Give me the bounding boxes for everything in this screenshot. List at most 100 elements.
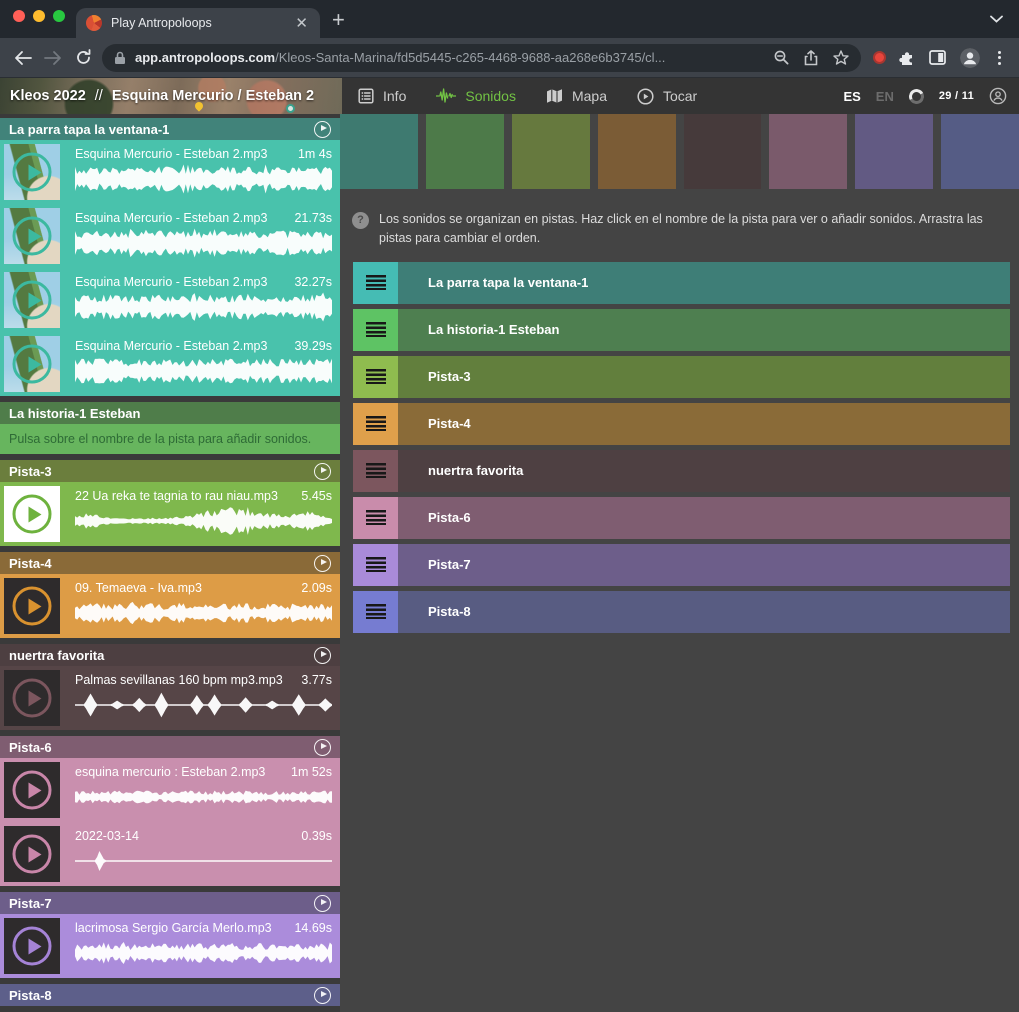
bookmark-star-icon[interactable] <box>833 50 849 65</box>
audio-clip[interactable]: Esquina Mercurio - Esteban 2.mp332.27s <box>0 268 340 332</box>
track-drag-handle[interactable] <box>353 262 398 304</box>
address-bar[interactable]: app.antropoloops.com/Kleos-Santa-Marina/… <box>102 44 861 72</box>
clip-play-button[interactable] <box>13 835 52 874</box>
browser-menu-icon[interactable] <box>994 51 1005 65</box>
audio-clip[interactable]: Esquina Mercurio - Esteban 2.mp321.73s <box>0 204 340 268</box>
close-window-button[interactable] <box>13 10 25 22</box>
clip-play-button[interactable] <box>13 281 52 320</box>
track-header[interactable]: La parra tapa la ventana-1 <box>0 118 340 140</box>
track-row[interactable]: La historia-1 Esteban <box>353 309 1010 351</box>
extensions-puzzle-icon[interactable] <box>899 49 916 66</box>
track-row-name-area[interactable]: Pista-6 <box>398 497 1010 539</box>
clip-waveform[interactable] <box>75 937 332 969</box>
clip-waveform[interactable] <box>75 291 332 323</box>
track-color-swatch[interactable] <box>769 114 847 189</box>
track-header[interactable]: Pista-6 <box>0 736 340 758</box>
clip-play-button[interactable] <box>13 587 52 626</box>
tab-close-icon[interactable]: ✕ <box>293 16 310 31</box>
forward-button[interactable] <box>38 43 68 73</box>
audio-clip[interactable]: lacrimosa Sergio García Merlo.mp314.69s <box>0 914 340 978</box>
language-en[interactable]: EN <box>876 89 894 104</box>
track-drag-handle[interactable] <box>353 591 398 633</box>
clip-play-button[interactable] <box>13 771 52 810</box>
audio-clip[interactable]: 22 Ua reka te tagnia to rau niau.mp35.45… <box>0 482 340 546</box>
track-row[interactable]: Pista-6 <box>353 497 1010 539</box>
track-row[interactable]: Pista-8 <box>353 591 1010 633</box>
audio-clip[interactable]: Esquina Mercurio - Esteban 2.mp31m 4s <box>0 140 340 204</box>
clip-waveform[interactable] <box>75 355 332 387</box>
track-play-button[interactable] <box>314 555 331 572</box>
clip-play-button[interactable] <box>13 927 52 966</box>
tab-mapa[interactable]: Mapa <box>546 88 607 104</box>
audio-clip[interactable]: 2022-03-140.39s <box>0 822 340 886</box>
track-drag-handle[interactable] <box>353 450 398 492</box>
track-row-name-area[interactable]: nuertra favorita <box>398 450 1010 492</box>
recording-extension-icon[interactable] <box>873 51 886 64</box>
track-drag-handle[interactable] <box>353 356 398 398</box>
track-color-swatch[interactable] <box>512 114 590 189</box>
track-color-swatch[interactable] <box>855 114 933 189</box>
clip-play-button[interactable] <box>13 679 52 718</box>
split-screen-icon[interactable] <box>929 50 946 65</box>
account-icon[interactable] <box>989 87 1007 105</box>
track-color-swatch[interactable] <box>941 114 1019 189</box>
new-tab-button[interactable]: + <box>332 7 345 33</box>
track-header[interactable]: Pista-8 <box>0 984 340 1006</box>
audio-clip[interactable]: esquina mercurio : Esteban 2.mp31m 52s <box>0 758 340 822</box>
track-row-name-area[interactable]: Pista-7 <box>398 544 1010 586</box>
track-drag-handle[interactable] <box>353 403 398 445</box>
track-header[interactable]: nuertra favorita <box>0 644 340 666</box>
track-row[interactable]: nuertra favorita <box>353 450 1010 492</box>
clip-waveform[interactable] <box>75 689 332 721</box>
track-header[interactable]: La historia-1 Esteban <box>0 402 340 424</box>
tab-tocar[interactable]: Tocar <box>637 88 697 105</box>
track-play-button[interactable] <box>314 463 331 480</box>
track-color-swatch[interactable] <box>426 114 504 189</box>
profile-avatar[interactable] <box>959 47 981 69</box>
track-row-name-area[interactable]: Pista-4 <box>398 403 1010 445</box>
clip-waveform[interactable] <box>75 781 332 813</box>
language-es[interactable]: ES <box>843 89 860 104</box>
track-play-button[interactable] <box>314 895 331 912</box>
track-play-button[interactable] <box>314 739 331 756</box>
track-row-name-area[interactable]: La parra tapa la ventana-1 <box>398 262 1010 304</box>
track-row[interactable]: Pista-7 <box>353 544 1010 586</box>
minimize-window-button[interactable] <box>33 10 45 22</box>
track-drag-handle[interactable] <box>353 544 398 586</box>
track-drag-handle[interactable] <box>353 497 398 539</box>
clip-waveform[interactable] <box>75 227 332 259</box>
share-icon[interactable] <box>804 50 818 66</box>
tab-info[interactable]: Info <box>358 88 406 104</box>
track-row-name-area[interactable]: Pista-3 <box>398 356 1010 398</box>
track-header[interactable]: Pista-7 <box>0 892 340 914</box>
track-header[interactable]: Pista-3 <box>0 460 340 482</box>
tab-sonidos[interactable]: Sonidos <box>436 88 516 104</box>
track-row[interactable]: La parra tapa la ventana-1 <box>353 262 1010 304</box>
clip-waveform[interactable] <box>75 163 332 195</box>
track-color-swatch[interactable] <box>684 114 762 189</box>
track-row-name-area[interactable]: Pista-8 <box>398 591 1010 633</box>
track-row[interactable]: Pista-3 <box>353 356 1010 398</box>
back-button[interactable] <box>8 43 38 73</box>
track-color-swatch[interactable] <box>340 114 418 189</box>
audio-clip[interactable]: Palmas sevillanas 160 bpm mp3.mp33.77s <box>0 666 340 730</box>
clip-play-button[interactable] <box>13 153 52 192</box>
clip-waveform[interactable] <box>75 845 332 877</box>
track-play-button[interactable] <box>314 121 331 138</box>
track-drag-handle[interactable] <box>353 309 398 351</box>
zoom-window-button[interactable] <box>53 10 65 22</box>
reload-button[interactable] <box>68 43 98 73</box>
track-header[interactable]: Pista-4 <box>0 552 340 574</box>
browser-tab[interactable]: Play Antropoloops ✕ <box>76 8 320 38</box>
clip-play-button[interactable] <box>13 345 52 384</box>
clip-waveform[interactable] <box>75 505 332 537</box>
track-row[interactable]: Pista-4 <box>353 403 1010 445</box>
track-color-swatch[interactable] <box>598 114 676 189</box>
track-play-button[interactable] <box>314 987 331 1004</box>
clip-play-button[interactable] <box>13 495 52 534</box>
audio-clip[interactable]: Esquina Mercurio - Esteban 2.mp339.29s <box>0 332 340 396</box>
project-name[interactable]: Kleos 2022 <box>10 88 86 104</box>
track-play-button[interactable] <box>314 647 331 664</box>
clip-play-button[interactable] <box>13 217 52 256</box>
tab-search-chevron-icon[interactable] <box>990 15 1003 23</box>
